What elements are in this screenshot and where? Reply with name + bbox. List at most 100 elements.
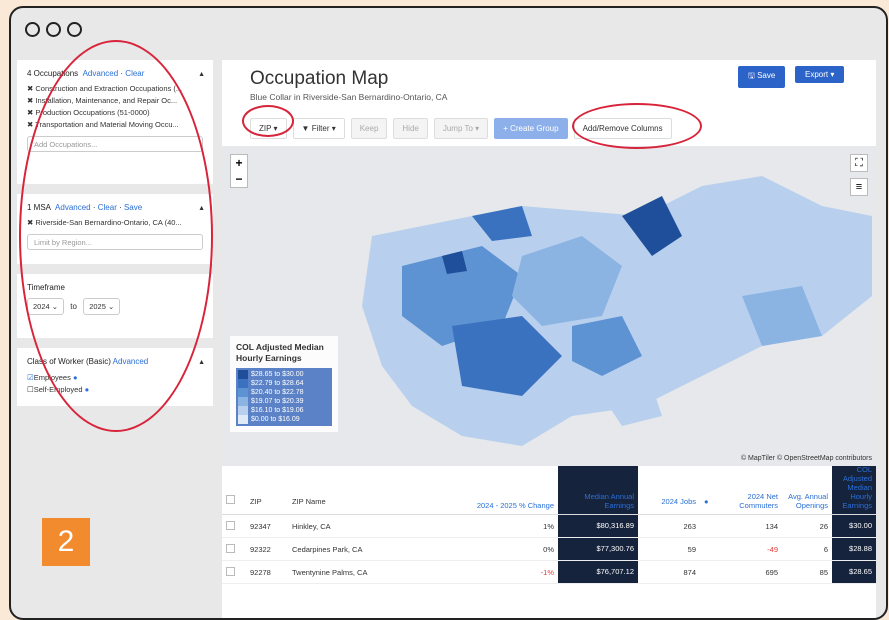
table-row[interactable]: 92278 Twentynine Palms, CA -1% $76,707.12 87… — [222, 561, 876, 584]
msa-save-link[interactable]: Save — [124, 203, 142, 212]
occupations-title: 4 Occupations — [27, 69, 79, 78]
window-dot-1[interactable] — [25, 22, 40, 37]
main-panel: Occupation Map Blue Collar in Riverside-… — [222, 60, 876, 618]
header-col-earnings[interactable]: COL Adjusted Median Hourly Earnings — [832, 465, 876, 514]
timeframe-title: Timeframe — [27, 283, 65, 292]
table-row[interactable]: 92322 Cedarpines Park, CA 0% $77,300.76 59 -4… — [222, 538, 876, 561]
msa-title: 1 MSA — [27, 203, 51, 212]
help-icon[interactable]: ● — [73, 373, 78, 382]
collapse-caret-icon[interactable]: ▲ — [198, 359, 205, 366]
occupation-item[interactable]: ✖ Transportation and Material Moving Occ… — [27, 119, 203, 131]
occupation-item[interactable]: ✖ Installation, Maintenance, and Repair … — [27, 95, 203, 107]
checkbox-checked-icon[interactable]: ☑ — [27, 373, 34, 382]
occupations-clear-link[interactable]: Clear — [125, 69, 144, 78]
window-controls — [25, 22, 82, 37]
legend-title: COL Adjusted Median Hourly Earnings — [236, 342, 324, 363]
cell-change: -1% — [540, 567, 554, 577]
create-group-button[interactable]: + Create Group — [494, 118, 568, 139]
cell-jobs: 263 — [683, 521, 696, 531]
header-jobs[interactable]: 2024 Jobs — [638, 497, 700, 514]
save-button[interactable]: 🖫 Save — [738, 66, 786, 88]
msa-clear-link[interactable]: Clear — [98, 203, 117, 212]
zip-dropdown[interactable]: ZIP ▾ — [250, 118, 287, 139]
legend-row: $0.00 to $16.09 — [238, 415, 330, 424]
map-credit: © MapTiler © OpenStreetMap contributors — [740, 455, 872, 462]
legend-label: $22.79 to $28.64 — [251, 380, 304, 387]
table-row[interactable]: 92347 Hinkley, CA 1% $80,316.89 263 134 26 $30.… — [222, 515, 876, 538]
add-occupations-input[interactable]: Add Occupations... — [27, 136, 203, 152]
legend-label: $16.10 to $19.06 — [251, 407, 304, 414]
fullscreen-icon[interactable]: ⛶ — [850, 154, 868, 172]
legend-label: $20.40 to $22.78 — [251, 389, 304, 396]
table-header: ZIP ZIP Name 2024 - 2025 % Change Median… — [222, 465, 876, 515]
timeframe-panel: Timeframe 2024 ⌄ to 2025 ⌄ — [17, 274, 213, 338]
header-commuters[interactable]: 2024 Net Commuters — [722, 492, 782, 514]
timeframe-to-select[interactable]: 2025 ⌄ — [83, 298, 121, 315]
msa-advanced-link[interactable]: Advanced — [55, 203, 91, 212]
header-earnings[interactable]: Median Annual Earnings — [558, 466, 638, 514]
select-all-checkbox[interactable] — [226, 495, 235, 504]
occupations-advanced-link[interactable]: Advanced — [83, 69, 119, 78]
window-dot-2[interactable] — [46, 22, 61, 37]
row-checkbox[interactable] — [222, 566, 246, 578]
choropleth-map[interactable]: + − ⛶ ≡ COL Adjusted Median Hourly Earni… — [222, 146, 876, 466]
save-icon: 🖫 — [748, 71, 755, 80]
cell-commuters: -49 — [767, 544, 778, 554]
data-table: ZIP ZIP Name 2024 - 2025 % Change Median… — [222, 465, 876, 584]
legend-swatch — [238, 406, 248, 415]
legend-swatch — [238, 370, 248, 379]
occupation-item[interactable]: ✖ Construction and Extraction Occupation… — [27, 83, 203, 95]
filter-icon: ▼ — [301, 124, 310, 133]
limit-region-input[interactable]: Limit by Region... — [27, 234, 203, 250]
self-employed-option[interactable]: Self-Employed — [34, 385, 83, 394]
help-icon[interactable]: ● — [85, 385, 90, 394]
jump-to-dropdown[interactable]: Jump To ▾ — [433, 118, 489, 139]
cell-openings: 6 — [823, 544, 828, 554]
export-button[interactable]: Export ▾ — [795, 66, 845, 83]
cell-commuters: 695 — [765, 567, 778, 577]
row-checkbox[interactable] — [222, 520, 246, 532]
cell-change: 1% — [543, 521, 554, 531]
cell-col-earnings: $28.88 — [832, 538, 876, 560]
filter-label: Filter ▾ — [311, 124, 336, 133]
cell-zip: 92347 — [250, 521, 271, 531]
layers-icon[interactable]: ≡ — [850, 178, 868, 196]
occupation-item[interactable]: ✖ Production Occupations (51-0000) — [27, 107, 203, 119]
header-change[interactable]: 2024 - 2025 % Change — [440, 501, 558, 514]
msa-panel: 1 MSA Advanced · Clear · Save ▲ ✖ Rivers… — [17, 194, 213, 264]
zoom-out-button[interactable]: − — [231, 171, 247, 187]
zoom-in-button[interactable]: + — [231, 155, 247, 171]
header-zip-name[interactable]: ZIP Name — [288, 497, 440, 514]
keep-button[interactable]: Keep — [350, 118, 388, 139]
row-checkbox[interactable] — [222, 543, 246, 555]
add-remove-columns-button[interactable]: Add/Remove Columns — [573, 118, 672, 139]
sidebar: 4 Occupations Advanced · Clear ▲ ✖ Const… — [17, 60, 213, 416]
legend-row: $22.79 to $28.64 — [238, 379, 330, 388]
checkbox-icon[interactable]: ☐ — [27, 385, 34, 394]
timeframe-from-select[interactable]: 2024 ⌄ — [27, 298, 65, 315]
employees-option[interactable]: Employees — [34, 373, 71, 382]
page-subtitle: Blue Collar in Riverside-San Bernardino-… — [250, 92, 448, 102]
window-dot-3[interactable] — [67, 22, 82, 37]
filter-dropdown[interactable]: ▼ Filter ▾ — [292, 118, 345, 139]
cell-earnings: $76,707.12 — [558, 561, 638, 583]
header-openings[interactable]: Avg. Annual Openings — [782, 492, 832, 514]
help-icon[interactable]: ● — [700, 497, 722, 514]
legend-row: $16.10 to $19.06 — [238, 406, 330, 415]
occupations-panel: 4 Occupations Advanced · Clear ▲ ✖ Const… — [17, 60, 213, 184]
header-zip[interactable]: ZIP — [246, 497, 288, 514]
legend-swatch — [238, 379, 248, 388]
collapse-caret-icon[interactable]: ▲ — [198, 205, 205, 212]
collapse-caret-icon[interactable]: ▲ — [198, 71, 205, 78]
msa-item[interactable]: ✖ Riverside-San Bernardino-Ontario, CA (… — [27, 217, 203, 229]
hide-button[interactable]: Hide — [393, 118, 428, 139]
worker-panel: Class of Worker (Basic) Advanced ▲ ☑Empl… — [17, 348, 213, 406]
worker-advanced-link[interactable]: Advanced — [113, 357, 149, 366]
cell-jobs: 59 — [687, 544, 696, 554]
legend-row: $28.65 to $30.00 — [238, 370, 330, 379]
cell-commuters: 134 — [765, 521, 778, 531]
legend-swatch — [238, 388, 248, 397]
page-title: Occupation Map — [250, 68, 389, 89]
cell-name: Cedarpines Park, CA — [292, 544, 363, 554]
cell-openings: 85 — [819, 567, 828, 577]
